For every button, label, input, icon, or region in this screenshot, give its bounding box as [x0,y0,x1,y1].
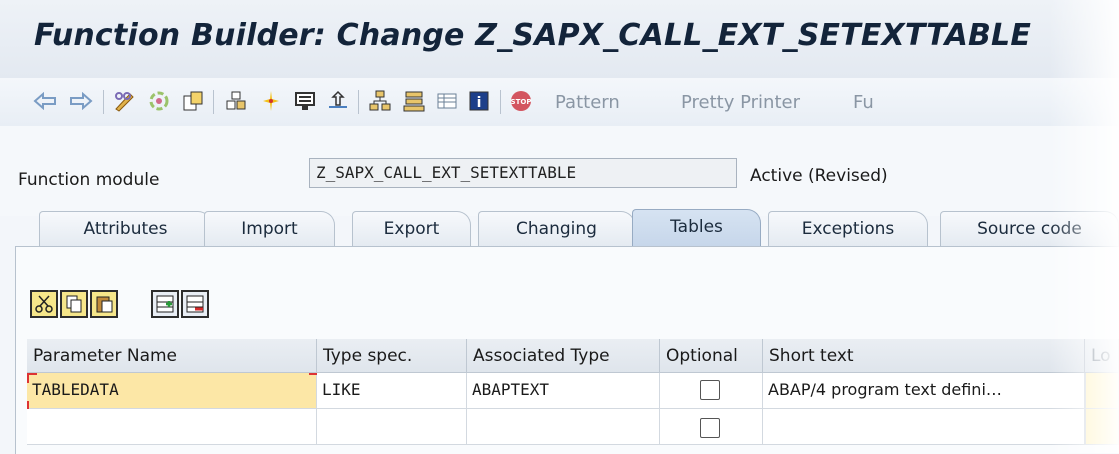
status-text: Active (Revised) [750,166,888,186]
tab-changing[interactable]: Changing [478,211,635,247]
tab-source-code[interactable]: Source code [940,211,1119,247]
pattern-button[interactable]: Pattern [555,92,620,113]
insert-row-icon[interactable] [151,290,179,318]
delete-row-icon[interactable] [181,290,209,318]
toolbar-separator [358,90,359,114]
tab-tables[interactable]: Tables [632,209,761,247]
copy-icon[interactable] [60,290,88,318]
toolbar-separator [213,90,214,114]
object-stack-icon[interactable] [401,88,427,114]
activate-icon[interactable] [146,88,172,114]
tab-import[interactable]: Import [204,211,335,247]
stop-icon[interactable]: STOP [508,88,534,114]
optional-checkbox[interactable] [700,380,720,400]
associated-type-input[interactable] [467,409,660,445]
parameter-name-input[interactable]: TABLEDATA [27,373,317,409]
pencil-glasses-icon[interactable] [112,88,138,114]
tab-exceptions[interactable]: Exceptions [768,211,928,247]
column-header-optional[interactable]: Optional [660,339,763,373]
hierarchy-icon[interactable] [367,88,393,114]
column-header-long-text[interactable]: Lo [1085,339,1119,373]
optional-checkbox[interactable] [700,418,720,438]
tab-attributes[interactable]: Attributes [39,211,212,247]
tab-export[interactable]: Export [352,211,471,247]
toolbar-separator [500,90,501,114]
where-used-icon[interactable] [223,88,249,114]
navigate-icon[interactable] [325,88,351,114]
associated-type-input[interactable]: ABAPTEXT [467,373,660,409]
svg-text:i: i [477,95,482,111]
object-list-icon[interactable] [180,88,206,114]
short-text-input[interactable]: ABAP/4 program text defini… [763,373,1085,409]
column-header-short-text[interactable]: Short text [763,339,1085,373]
display-object-icon[interactable] [292,88,318,114]
column-header-parameter-name[interactable]: Parameter Name [27,339,317,373]
table-icon[interactable] [434,88,460,114]
back-arrow-icon[interactable] [32,88,58,114]
application-toolbar: i STOP Pattern Pretty Printer Fu [0,78,1119,127]
pretty-printer-button[interactable]: Pretty Printer [681,92,800,113]
long-text-button[interactable] [1085,409,1119,445]
window-title: Function Builder: Change Z_SAPX_CALL_EXT… [34,18,1032,53]
paste-icon[interactable] [90,290,118,318]
svg-text:STOP: STOP [511,98,532,106]
tab-strip: Attributes Import Export Changing Tables… [0,207,1119,247]
type-spec-input[interactable] [317,409,467,445]
function-module-field: Z_SAPX_CALL_EXT_SETEXTTABLE [309,158,737,188]
truncated-toolbar-button[interactable]: Fu [853,92,874,113]
toolbar-separator [103,90,104,114]
column-header-type-spec[interactable]: Type spec. [317,339,467,373]
forward-arrow-icon[interactable] [68,88,94,114]
function-module-label: Function module [18,170,160,190]
enhance-icon[interactable] [258,88,284,114]
focus-corner [27,373,37,383]
long-text-button[interactable] [1085,373,1119,409]
cut-icon[interactable] [30,290,58,318]
optional-cell [660,373,763,409]
title-bar: Function Builder: Change Z_SAPX_CALL_EXT… [0,0,1119,78]
info-icon[interactable]: i [466,88,492,114]
column-header-associated-type[interactable]: Associated Type [467,339,660,373]
optional-cell [660,409,763,445]
parameter-name-input[interactable] [27,409,317,445]
type-spec-input[interactable]: LIKE [317,373,467,409]
short-text-input[interactable] [763,409,1085,445]
